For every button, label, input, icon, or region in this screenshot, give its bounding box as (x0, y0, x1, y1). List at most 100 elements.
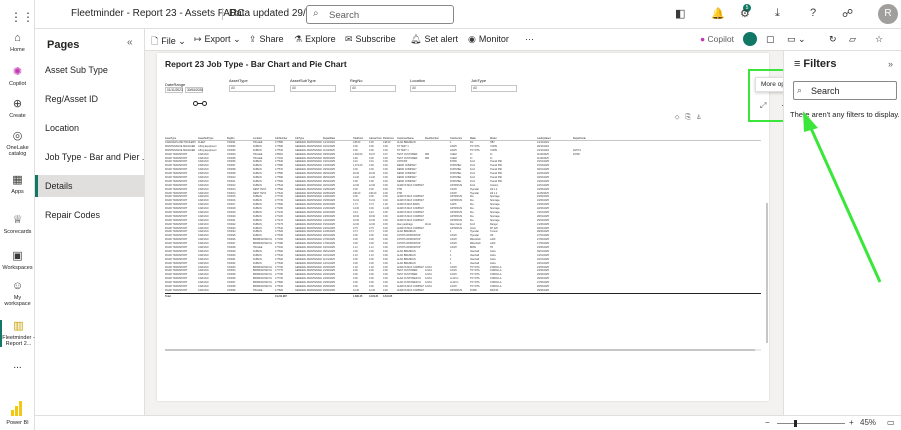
rail-item-home[interactable]: ⌂ Home (0, 32, 35, 53)
rail-item-label: Create (9, 113, 26, 119)
page-tab[interactable]: Details (35, 175, 145, 197)
filters-empty-message: There aren't any filters to display. (790, 110, 900, 119)
filter-icon: ≡ (794, 58, 801, 70)
date-range-slicer[interactable]: DateRange 01/11/2023 30/06/2026 (165, 82, 205, 93)
rail-more-button[interactable]: ... (0, 361, 35, 371)
monitor-button[interactable]: ◉ Monitor (468, 34, 509, 45)
pin-icon[interactable]: ⬦ (675, 114, 680, 121)
search-input[interactable]: ⌕ Search (306, 5, 454, 24)
view-controls: ▭ ⌄ ↻ ▱ ☆ (783, 29, 901, 51)
set-alert-button[interactable]: 🔔︎ Set alert (410, 34, 458, 45)
page-tab[interactable]: Job Type - Bar and Pier ... (35, 146, 145, 168)
copilot-button[interactable]: ● Copilot (700, 34, 734, 44)
zoom-out-button[interactable]: − (765, 418, 770, 427)
rail-item-workspaces[interactable]: ▣ Workspaces (0, 250, 35, 271)
bookmark-icon[interactable]: ▢ (766, 34, 775, 45)
location-slicer[interactable]: Location All (410, 78, 456, 92)
horizontal-scrollbar[interactable] (165, 349, 761, 351)
product-name: Power BI (6, 420, 29, 426)
rail-item-label: Fleetminder - Report 2... (2, 335, 35, 347)
report-title[interactable]: Fleetminder - Report 23 - Assets FARC (71, 8, 244, 19)
view-icon[interactable]: ▭ ⌄ (787, 34, 806, 45)
toolbar-more-button[interactable]: ··· (525, 34, 534, 44)
subscribe-button[interactable]: ✉ Subscribe (345, 34, 396, 45)
page-tab[interactable]: Location (35, 117, 145, 139)
report-canvas-area: Report 23 Job Type - Bar Chart and Pie C… (145, 51, 783, 415)
expand-filters-icon[interactable]: » (888, 59, 893, 69)
filters-pane: ≡ Filters » ⌕ Search There aren't any fil… (783, 51, 901, 415)
zoom-level: 45% (860, 418, 877, 427)
table-total-row: Total 44,211,987 1,690.45 4,181.81 4,611.65 (165, 292, 761, 298)
file-menu[interactable]: 🗋 File ⌄ (151, 34, 186, 50)
jobtype-slicer[interactable]: JobType All (471, 78, 517, 92)
monitor-icon: ◉ (468, 34, 476, 44)
start-date-input[interactable]: 01/11/2023 (165, 87, 183, 93)
asset-type-slicer[interactable]: AssetType All (229, 78, 275, 92)
zoom-slider-thumb[interactable] (794, 420, 797, 427)
rail-item-catalog[interactable]: ◎ OneLake catalog (0, 130, 35, 157)
page-tab[interactable]: Asset Sub Type (35, 59, 145, 81)
copilot-icon: ✺ (12, 66, 23, 78)
copy-icon[interactable]: ⎘ (685, 114, 691, 121)
power-bi-logo-icon (11, 401, 24, 416)
rail-item-my-workspace[interactable]: ☺ My workspace (0, 280, 35, 307)
total-cell: 4,611.65 (383, 294, 393, 298)
view-toggle-icon[interactable]: ◧ (675, 7, 685, 20)
total-cell: 4,181.81 (369, 294, 379, 298)
share-feedback-icon[interactable]: ☍ (842, 7, 853, 20)
details-table: AssetType AssetSubType RegNo Location JobNum… (165, 136, 761, 298)
regno-slicer[interactable]: RegNo All (350, 78, 396, 92)
download-icon[interactable]: ⤓ (775, 7, 780, 20)
page-tab[interactable]: Repair Codes (35, 204, 145, 226)
vertical-scrollbar[interactable] (766, 203, 768, 343)
help-icon[interactable]: ? (810, 7, 816, 19)
fit-to-page-icon[interactable]: ▭ (887, 418, 895, 427)
details-table-visual[interactable]: ⬦ ⎘ ⏃ AssetType AssetSubType RegNo Location… (165, 113, 768, 393)
report-toolbar: 🗋 File ⌄ ↦ Export ⌄ ⇪ Share ⚗ Explore ✉ Subsc… (145, 29, 783, 51)
top-bar: Fleetminder - Report 23 - Assets FARC Da… (35, 0, 901, 29)
collapse-icon[interactable]: « (127, 37, 133, 48)
apps-icon: ▦ (12, 174, 23, 186)
export-icon: ↦ (194, 34, 202, 44)
copilot-icon: ● (700, 34, 706, 44)
catalog-icon: ◎ (12, 130, 23, 142)
bell-icon: 🔔︎ (410, 34, 422, 44)
rail-item-scorecards[interactable]: ♕ Scorecards (0, 214, 35, 235)
date-range-slider[interactable] (193, 101, 207, 106)
refresh-icon[interactable] (743, 32, 757, 46)
explore-icon: ⚗ (294, 34, 303, 44)
avatar[interactable]: R (878, 4, 898, 24)
rail-item-report[interactable]: ▥ Fleetminder - Report 2... (0, 320, 35, 347)
share-icon: ⇪ (249, 34, 257, 44)
app-rail: ⋮⋮⋮ ⌂ Home ✺ Copilot ⊕ Create ◎ OneLake catalog… (0, 0, 46, 430)
rail-item-apps[interactable]: ▦ Apps (0, 174, 35, 195)
report-page: Report 23 Job Type - Bar Chart and Pie C… (157, 53, 769, 401)
search-icon: ⌕ (313, 8, 319, 19)
explore-button[interactable]: ⚗ Explore (294, 34, 336, 45)
filter-icon[interactable]: ⏃ (697, 114, 701, 121)
page-tab[interactable]: Reg/Asset ID (35, 88, 145, 110)
pages-panel: Pages « Asset Sub Type Reg/Asset ID Locati… (35, 29, 145, 415)
zoom-slider[interactable] (777, 423, 845, 424)
settings-gear-icon[interactable]: ⚙ (740, 7, 750, 20)
comment-icon[interactable]: ▱ (849, 34, 856, 45)
rail-item-label: Apps (11, 189, 24, 195)
create-icon: ⊕ (12, 98, 23, 110)
rail-item-label: Copilot (8, 81, 27, 87)
title-divider (222, 8, 223, 20)
rail-item-copilot[interactable]: ✺ Copilot (0, 66, 35, 87)
reload-icon[interactable]: ↻ (829, 34, 837, 45)
zoom-in-button[interactable]: + (849, 418, 854, 427)
notifications-icon[interactable]: 🔔 (711, 7, 725, 20)
rail-item-label: OneLake catalog (6, 145, 29, 157)
export-menu[interactable]: ↦ Export ⌄ (194, 34, 241, 45)
my-workspace-icon: ☺ (11, 280, 24, 292)
asset-subtype-slicer[interactable]: AssetSubType All (290, 78, 336, 92)
workspaces-icon: ▣ (12, 250, 23, 262)
rail-item-label: Workspaces (2, 265, 33, 271)
filters-search-input[interactable]: ⌕ Search (793, 81, 897, 100)
end-date-input[interactable]: 30/06/2026 (185, 87, 203, 93)
share-button[interactable]: ⇪ Share (249, 34, 284, 45)
rail-item-create[interactable]: ⊕ Create (0, 98, 35, 119)
favorite-icon[interactable]: ☆ (875, 34, 883, 45)
